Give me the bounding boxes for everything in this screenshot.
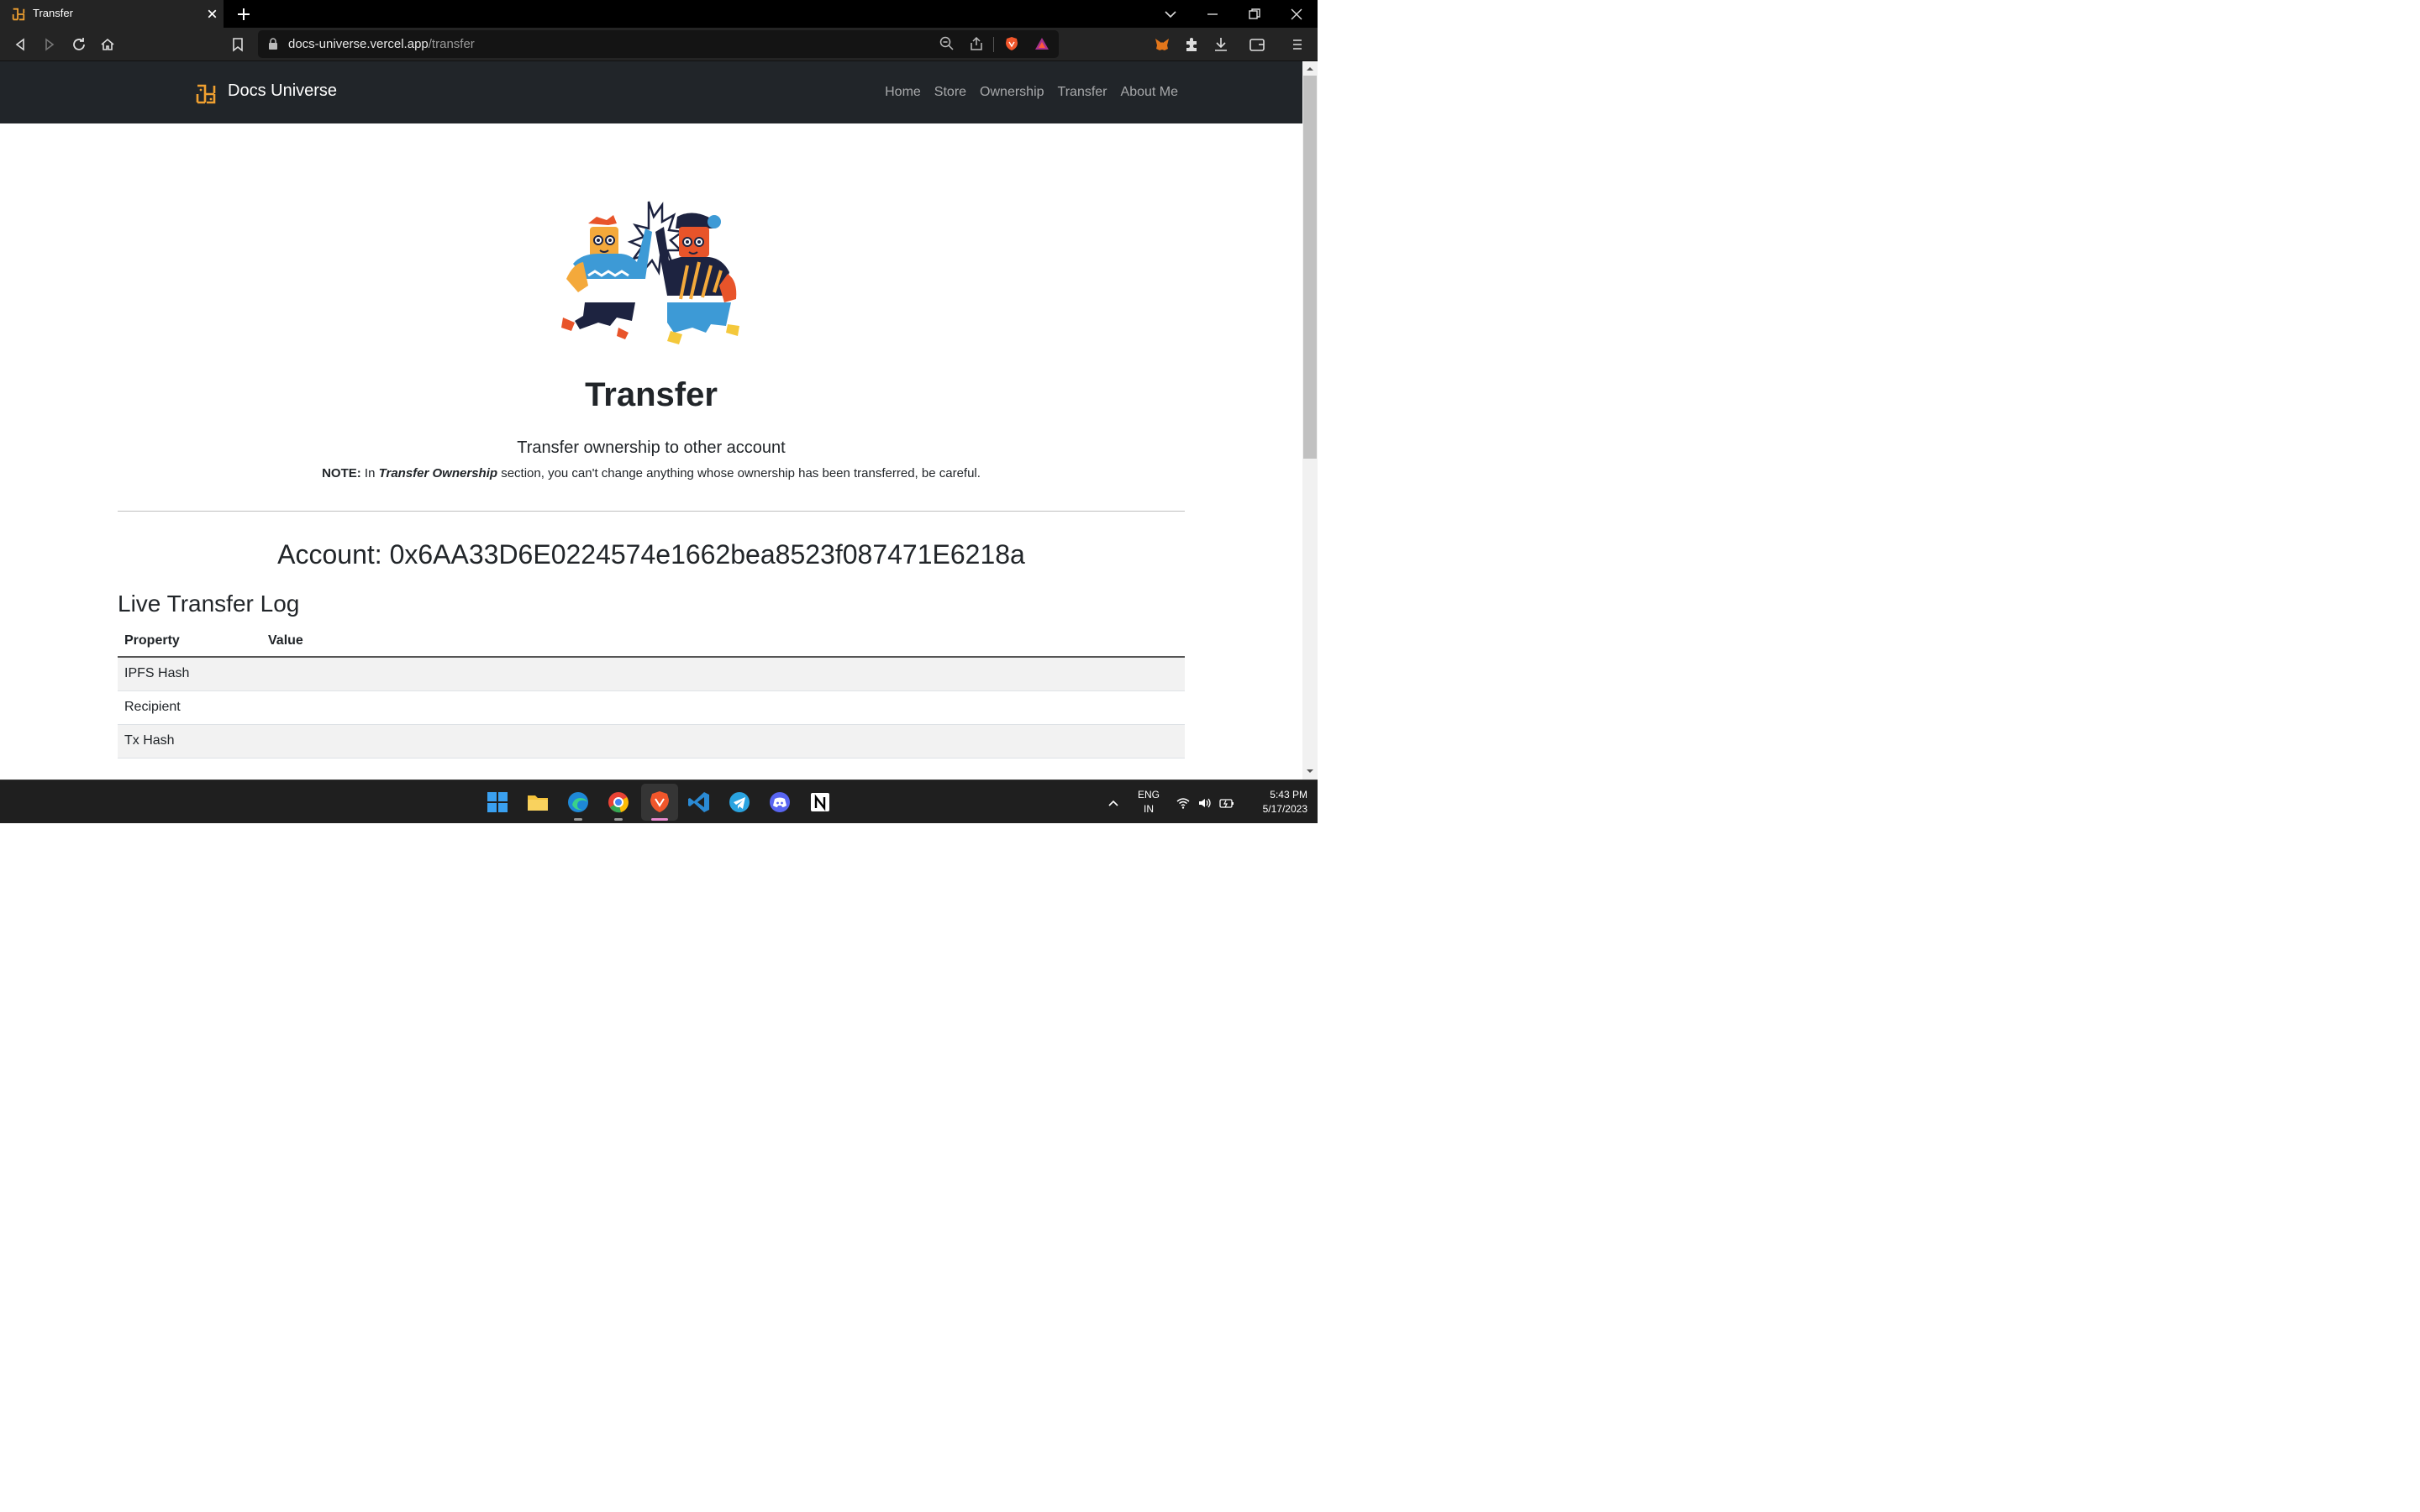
clock[interactable]: 5:43 PM 5/17/2023 xyxy=(1244,788,1307,816)
nav-link-ownership[interactable]: Ownership xyxy=(980,85,1044,100)
file-explorer-icon[interactable] xyxy=(525,790,550,815)
notion-icon[interactable] xyxy=(808,790,833,815)
column-header-property: Property xyxy=(118,625,261,658)
section-divider xyxy=(118,511,1185,512)
nav-link-home[interactable]: Home xyxy=(885,85,921,100)
page-subtitle: Transfer ownership to other account xyxy=(517,438,786,457)
table-row: IPFS Hash xyxy=(118,657,1185,691)
bookmark-icon[interactable] xyxy=(229,35,247,54)
forward-icon[interactable] xyxy=(40,35,59,54)
live-transfer-log-title: Live Transfer Log xyxy=(118,591,300,617)
cell-value-recipient xyxy=(261,690,1185,725)
extensions-puzzle-icon[interactable] xyxy=(1182,35,1201,54)
show-hidden-icons-chevron-icon[interactable] xyxy=(1106,795,1121,811)
discord-icon[interactable] xyxy=(767,790,792,815)
reload-icon[interactable] xyxy=(70,35,88,54)
tab-search-chevron-icon[interactable] xyxy=(1162,6,1179,23)
new-tab-plus-icon[interactable] xyxy=(235,6,252,23)
tab-title: Transfer xyxy=(33,7,73,19)
account-address: 0x6AA33D6E0224574e1662bea8523f087471E621… xyxy=(389,539,1025,570)
nav-link-transfer[interactable]: Transfer xyxy=(1058,85,1107,100)
language-code: ENG xyxy=(1137,789,1160,801)
brave-shields-icon[interactable] xyxy=(1003,35,1020,52)
nav-link-store[interactable]: Store xyxy=(934,85,966,100)
brave-active-indicator xyxy=(651,818,668,821)
browser-menu-icon[interactable] xyxy=(1288,35,1307,54)
scroll-up-arrow-icon[interactable] xyxy=(1304,64,1316,74)
browser-toolbar: docs-universe.vercel.app/transfer xyxy=(0,28,1318,61)
page-scrollbar-thumb[interactable] xyxy=(1303,76,1317,459)
region-code: IN xyxy=(1144,803,1154,815)
chrome-icon[interactable] xyxy=(606,790,631,815)
url-text[interactable]: docs-universe.vercel.app/transfer xyxy=(288,37,475,51)
cell-value-ipfs-hash xyxy=(261,657,1185,691)
vscode-icon[interactable] xyxy=(687,790,712,815)
telegram-icon[interactable] xyxy=(727,790,752,815)
cell-value-tx-hash xyxy=(261,724,1185,759)
battery-icon[interactable] xyxy=(1219,795,1234,811)
minimize-window-icon[interactable] xyxy=(1204,6,1221,23)
share-icon[interactable] xyxy=(968,35,985,52)
edge-running-indicator xyxy=(574,818,582,821)
address-bar[interactable]: docs-universe.vercel.app/transfer xyxy=(258,30,1059,58)
close-window-icon[interactable] xyxy=(1288,6,1305,23)
nav-links: Home Store Ownership Transfer About Me xyxy=(885,85,1178,100)
page-title: Transfer xyxy=(585,376,718,413)
brave-rewards-icon[interactable] xyxy=(1034,35,1050,52)
transfer-log-table: Property Value IPFS Hash Recipient Tx Ha… xyxy=(118,625,1185,759)
note-text-post: section, you can't change anything whose… xyxy=(501,466,981,480)
clock-time: 5:43 PM xyxy=(1270,789,1307,801)
table-header-row: Property Value xyxy=(118,625,1185,658)
high-five-illustration xyxy=(561,201,739,344)
home-icon[interactable] xyxy=(98,35,117,54)
account-label: Account: xyxy=(277,539,382,570)
language-indicator[interactable]: ENG IN xyxy=(1134,788,1163,816)
volume-icon[interactable] xyxy=(1197,795,1213,811)
scroll-down-arrow-icon[interactable] xyxy=(1304,766,1316,776)
wallet-icon[interactable] xyxy=(1248,35,1266,54)
lock-icon[interactable] xyxy=(266,37,280,50)
back-icon[interactable] xyxy=(11,35,29,54)
account-heading: Account: 0x6AA33D6E0224574e1662bea8523f0… xyxy=(0,539,1302,570)
metamask-extension-icon[interactable] xyxy=(1153,35,1171,54)
address-bar-separator xyxy=(993,37,994,52)
site-navbar: Docs Universe Home Store Ownership Trans… xyxy=(0,61,1302,123)
cell-property-recipient: Recipient xyxy=(118,690,261,725)
zoom-out-icon[interactable] xyxy=(939,35,955,52)
close-tab-icon[interactable] xyxy=(205,7,219,21)
downloads-icon[interactable] xyxy=(1212,35,1230,54)
cell-property-ipfs-hash: IPFS Hash xyxy=(118,657,261,691)
chrome-running-indicator xyxy=(614,818,623,821)
docs-universe-favicon-icon xyxy=(12,8,25,21)
restore-window-icon[interactable] xyxy=(1246,6,1263,23)
browser-tab-strip: Transfer xyxy=(0,0,1318,28)
page-note: NOTE: In Transfer Ownership section, you… xyxy=(0,466,1302,480)
browser-tab-active[interactable]: Transfer xyxy=(0,0,224,28)
table-row: Recipient xyxy=(118,690,1185,725)
clock-date: 5/17/2023 xyxy=(1262,803,1307,815)
note-label: NOTE: xyxy=(322,466,361,480)
column-header-value: Value xyxy=(261,625,1185,658)
edge-browser-icon[interactable] xyxy=(566,790,591,815)
brand-logo-icon[interactable] xyxy=(195,83,217,105)
windows-start-icon[interactable] xyxy=(485,790,510,815)
cell-property-tx-hash: Tx Hash xyxy=(118,724,261,759)
note-emphasis: Transfer Ownership xyxy=(378,466,498,480)
windows-taskbar: ENG IN 5:43 PM 5/17/2023 xyxy=(0,780,1318,823)
table-row: Tx Hash xyxy=(118,724,1185,759)
brave-browser-icon[interactable] xyxy=(647,790,672,815)
url-host: docs-universe.vercel.app xyxy=(288,37,429,51)
wifi-icon[interactable] xyxy=(1176,795,1191,811)
nav-link-about-me[interactable]: About Me xyxy=(1121,85,1178,100)
note-text-pre: In xyxy=(364,466,376,480)
url-path: /transfer xyxy=(428,37,475,51)
brand-name[interactable]: Docs Universe xyxy=(228,81,337,101)
